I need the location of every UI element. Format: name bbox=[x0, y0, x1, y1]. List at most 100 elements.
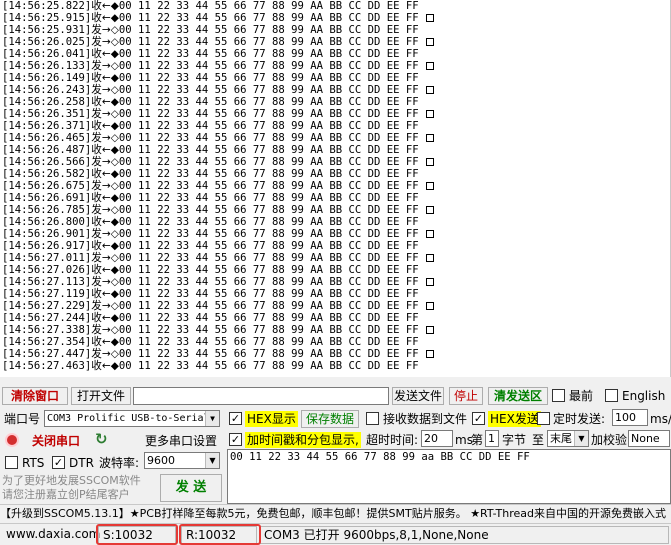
end-select-value: 末尾 bbox=[550, 432, 572, 445]
stop-button[interactable]: 停止 bbox=[449, 387, 483, 405]
log-timestamp: [14:56:25.915] bbox=[2, 12, 92, 25]
log-direction: 发→◇ bbox=[91, 180, 119, 193]
clear-send-area-button[interactable]: 清发送区 bbox=[488, 387, 548, 405]
timed-send-checkbox[interactable] bbox=[537, 412, 550, 425]
log-payload: 00 11 22 33 44 55 66 77 88 99 AA BB CC D… bbox=[118, 24, 419, 37]
log-line: [14:56:26.566]发→◇00 11 22 33 44 55 66 77… bbox=[0, 156, 670, 168]
log-line: [14:56:26.025]发→◇00 11 22 33 44 55 66 77… bbox=[0, 36, 670, 48]
hex-display-checkbox[interactable]: ✓ bbox=[229, 412, 242, 425]
end-select[interactable]: 末尾 ▼ bbox=[547, 430, 589, 447]
port-status-icon bbox=[5, 433, 19, 447]
log-timestamp: [14:56:26.566] bbox=[2, 156, 92, 169]
log-line: [14:56:26.133]发→◇00 11 22 33 44 55 66 77… bbox=[0, 60, 670, 72]
log-direction: 发→◇ bbox=[91, 36, 119, 49]
log-timestamp: [14:56:26.149] bbox=[2, 72, 92, 85]
log-timestamp: [14:56:26.917] bbox=[2, 240, 92, 253]
receive-log[interactable]: [14:56:25.822]收←◆00 11 22 33 44 55 66 77… bbox=[0, 0, 671, 377]
log-timestamp: [14:56:26.133] bbox=[2, 60, 92, 73]
top-most-label: 最前 bbox=[569, 389, 594, 403]
interval-unit-label: ms/ bbox=[650, 412, 671, 426]
log-timestamp: [14:56:27.338] bbox=[2, 324, 92, 337]
log-line: [14:56:26.785]发→◇00 11 22 33 44 55 66 77… bbox=[0, 204, 670, 216]
baud-select[interactable]: 9600 ▼ bbox=[144, 452, 220, 469]
port-label: 端口号 bbox=[4, 412, 41, 426]
open-file-button[interactable]: 打开文件 bbox=[71, 387, 131, 405]
refresh-icon[interactable]: ↻ bbox=[95, 431, 108, 447]
byte-prefix-label: 第 bbox=[471, 433, 484, 447]
dtr-checkbox[interactable]: ✓ bbox=[52, 456, 65, 469]
save-data-button[interactable]: 保存数据 bbox=[301, 410, 359, 428]
file-path-field[interactable] bbox=[133, 387, 389, 405]
recv-to-file-label: 接收数据到文件 bbox=[383, 412, 468, 426]
log-direction: 收←◆ bbox=[91, 360, 119, 373]
recv-to-file-checkbox[interactable] bbox=[366, 412, 379, 425]
port-select-value: COM3 Prolific USB-to-Serial bbox=[47, 413, 210, 424]
log-line: [14:56:26.582]收←◆00 11 22 33 44 55 66 77… bbox=[0, 168, 670, 180]
unprintable-char-box-icon bbox=[425, 278, 434, 287]
log-timestamp: [14:56:27.113] bbox=[2, 276, 92, 289]
received-count: R:10032 bbox=[181, 526, 257, 544]
log-line: [14:56:27.229]发→◇00 11 22 33 44 55 66 77… bbox=[0, 300, 670, 312]
send-textarea[interactable]: 00 11 22 33 44 55 66 77 88 99 aa BB CC D… bbox=[227, 449, 671, 504]
website-link[interactable]: www.daxia.com bbox=[2, 526, 100, 544]
timeout-input[interactable]: 20 bbox=[421, 430, 453, 447]
log-direction: 收←◆ bbox=[91, 240, 119, 253]
log-line: [14:56:26.243]发→◇00 11 22 33 44 55 66 77… bbox=[0, 84, 670, 96]
log-direction: 发→◇ bbox=[91, 132, 119, 145]
clear-window-button[interactable]: 清除窗口 bbox=[2, 387, 68, 405]
port-select[interactable]: COM3 Prolific USB-to-Serial ▼ bbox=[44, 410, 220, 427]
log-direction: 发→◇ bbox=[91, 60, 119, 73]
send-file-button[interactable]: 发送文件 bbox=[392, 387, 444, 405]
english-checkbox[interactable] bbox=[605, 389, 618, 402]
dtr-label: DTR bbox=[69, 456, 94, 470]
log-line: [14:56:27.338]发→◇00 11 22 33 44 55 66 77… bbox=[0, 324, 670, 336]
log-line: [14:56:27.463]收←◆00 11 22 33 44 55 66 77… bbox=[0, 360, 670, 372]
log-timestamp: [14:56:26.800] bbox=[2, 216, 92, 229]
log-line: [14:56:25.915]收←◆00 11 22 33 44 55 66 77… bbox=[0, 12, 670, 24]
log-line: [14:56:26.351]发→◇00 11 22 33 44 55 66 77… bbox=[0, 108, 670, 120]
rts-checkbox[interactable] bbox=[5, 456, 18, 469]
ad-ticker[interactable]: 【升级到SSCOM5.13.1】★PCB打样降至每款5元，免费包邮，顺丰包邮！提… bbox=[0, 504, 671, 522]
status-bar: www.daxia.com S:10032 R:10032 COM3 已打开 9… bbox=[0, 523, 671, 545]
log-timestamp: [14:56:26.351] bbox=[2, 108, 92, 121]
unprintable-char-box-icon bbox=[425, 14, 434, 23]
baud-label: 波特率: bbox=[99, 456, 140, 470]
top-most-checkbox[interactable] bbox=[552, 389, 565, 402]
more-port-settings-link[interactable]: 更多串口设置 bbox=[145, 433, 217, 449]
hex-send-label: HEX发送 bbox=[488, 411, 541, 427]
log-line: [14:56:26.917]收←◆00 11 22 33 44 55 66 77… bbox=[0, 240, 670, 252]
unprintable-char-box-icon bbox=[425, 302, 434, 311]
log-timestamp: [14:56:26.785] bbox=[2, 204, 92, 217]
log-payload: 00 11 22 33 44 55 66 77 88 99 AA BB CC D… bbox=[118, 216, 419, 229]
log-timestamp: [14:56:25.931] bbox=[2, 24, 92, 37]
checksum-select[interactable]: None bbox=[628, 430, 670, 447]
chevron-down-icon[interactable]: ▼ bbox=[574, 431, 588, 446]
hex-send-checkbox[interactable]: ✓ bbox=[472, 412, 485, 425]
log-direction: 收←◆ bbox=[91, 336, 119, 349]
log-direction: 发→◇ bbox=[91, 156, 119, 169]
timestamp-checkbox[interactable]: ✓ bbox=[229, 433, 242, 446]
close-port-button[interactable]: 关闭串口 bbox=[32, 433, 80, 449]
unprintable-char-box-icon bbox=[425, 38, 434, 47]
log-payload: 00 11 22 33 44 55 66 77 88 99 AA BB CC D… bbox=[118, 288, 419, 301]
chevron-down-icon[interactable]: ▼ bbox=[205, 411, 219, 426]
log-payload: 00 11 22 33 44 55 66 77 88 99 AA BB CC D… bbox=[118, 300, 419, 313]
log-timestamp: [14:56:27.119] bbox=[2, 288, 92, 301]
send-button[interactable]: 发 送 bbox=[160, 474, 222, 502]
byte-index-input[interactable]: 1 bbox=[485, 430, 499, 447]
log-timestamp: [14:56:27.011] bbox=[2, 252, 92, 265]
timed-interval-input[interactable]: 100 bbox=[612, 409, 648, 426]
log-payload: 00 11 22 33 44 55 66 77 88 99 AA BB CC D… bbox=[118, 264, 419, 277]
log-timestamp: [14:56:26.025] bbox=[2, 36, 92, 49]
log-direction: 收←◆ bbox=[91, 192, 119, 205]
log-payload: 00 11 22 33 44 55 66 77 88 99 AA BB CC D… bbox=[118, 72, 419, 85]
log-direction: 发→◇ bbox=[91, 228, 119, 241]
log-direction: 收←◆ bbox=[91, 12, 119, 25]
rts-label: RTS bbox=[22, 456, 45, 470]
chevron-down-icon[interactable]: ▼ bbox=[205, 453, 219, 468]
log-line: [14:56:26.149]收←◆00 11 22 33 44 55 66 77… bbox=[0, 72, 670, 84]
log-timestamp: [14:56:27.354] bbox=[2, 336, 92, 349]
unprintable-char-box-icon bbox=[425, 182, 434, 191]
log-payload: 00 11 22 33 44 55 66 77 88 99 AA BB CC D… bbox=[118, 204, 419, 217]
log-timestamp: [14:56:27.244] bbox=[2, 312, 92, 325]
